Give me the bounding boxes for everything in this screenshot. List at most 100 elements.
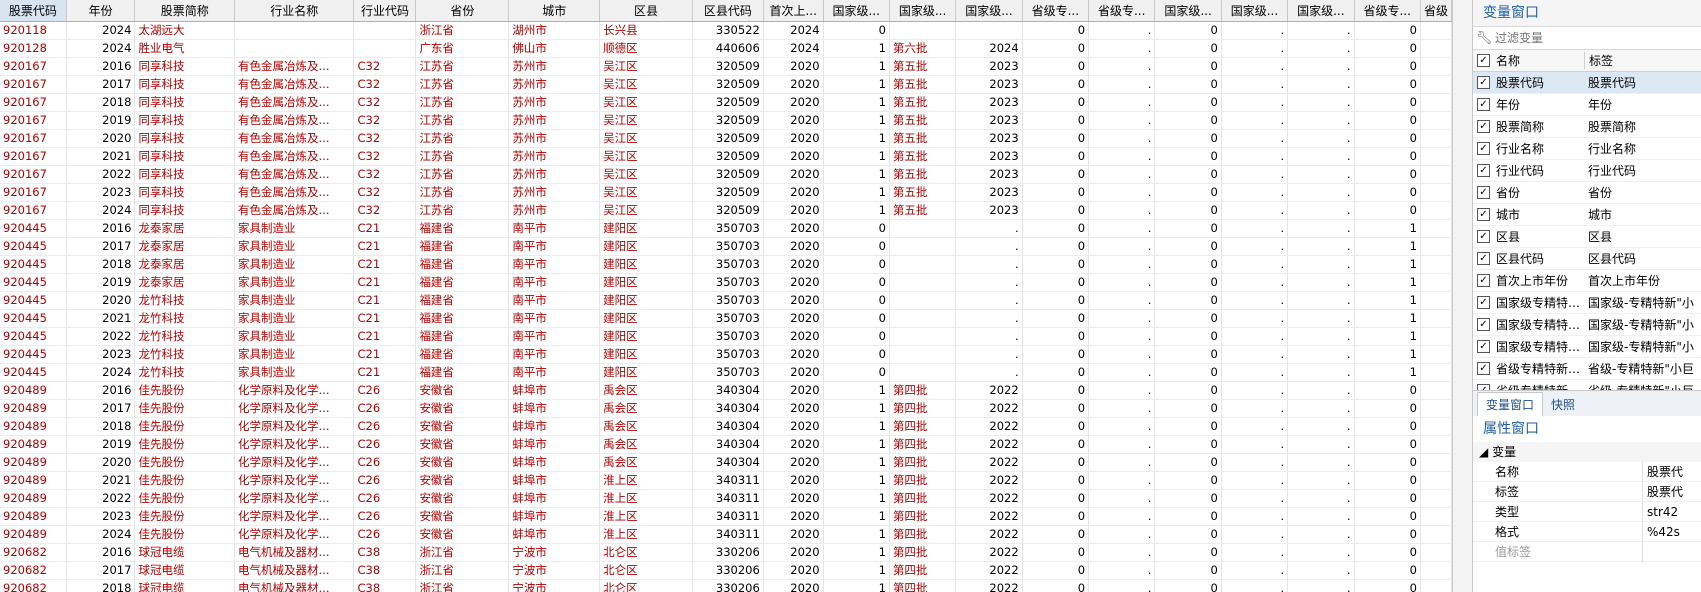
table-cell[interactable]: 2019 (66, 435, 136, 454)
table-cell[interactable]: . (1221, 561, 1289, 580)
variables-list[interactable]: ✓ 股票代码 股票代码 ✓ 年份 年份 ✓ 股票简称 股票简称 ✓ 行业名称 行业名称 ✓ 行业代码 行业代… (1473, 72, 1701, 390)
table-cell[interactable]: 第五批 (889, 75, 957, 94)
table-cell[interactable]: . (1088, 489, 1156, 508)
table-cell[interactable] (1420, 111, 1452, 130)
table-cell[interactable]: . (1287, 39, 1355, 58)
table-cell[interactable]: . (1088, 21, 1156, 40)
table-cell[interactable] (1420, 255, 1452, 274)
table-cell[interactable]: 建阳区 (599, 255, 693, 274)
column-header[interactable]: 国家级... (1154, 0, 1222, 22)
table-cell[interactable]: 宁波市 (508, 543, 601, 562)
table-cell[interactable]: 淮上区 (599, 507, 693, 526)
table-cell[interactable]: 0 (1154, 525, 1222, 544)
table-cell[interactable]: . (1221, 147, 1289, 166)
table-cell[interactable]: . (1287, 345, 1355, 364)
table-cell[interactable]: 1 (1354, 309, 1421, 328)
table-cell[interactable]: 0 (1022, 183, 1090, 202)
table-cell[interactable]: 0 (1354, 21, 1421, 40)
table-cell[interactable]: 330522 (692, 21, 764, 40)
table-cell[interactable]: 320509 (692, 57, 764, 76)
table-cell[interactable]: 0 (1022, 93, 1090, 112)
table-cell[interactable]: 第五批 (889, 129, 957, 148)
table-cell[interactable]: C26 (353, 399, 417, 418)
table-cell[interactable]: 2020 (763, 147, 824, 166)
table-row[interactable]: 920445 2020 龙竹科技 家具制造业 C21 福建省 南平市 建阳区 350703 202… (0, 291, 1452, 310)
table-row[interactable]: 920445 2023 龙竹科技 家具制造业 C21 福建省 南平市 建阳区 350703 202… (0, 345, 1452, 364)
table-cell[interactable]: 苏州市 (508, 57, 601, 76)
table-cell[interactable]: 第五批 (889, 111, 957, 130)
table-cell[interactable]: 蚌埠市 (508, 417, 601, 436)
table-cell[interactable]: . (1088, 39, 1156, 58)
table-cell[interactable]: 0 (1022, 111, 1090, 130)
table-cell[interactable]: 2017 (66, 561, 136, 580)
table-cell[interactable] (353, 21, 417, 40)
table-cell[interactable]: . (955, 363, 1023, 382)
variable-checkbox[interactable]: ✓ (1477, 186, 1490, 199)
table-cell[interactable]: 920489 (0, 417, 67, 436)
variable-row[interactable]: ✓ 省级专精特新小... 省级-专精特新"小巨 (1473, 358, 1701, 380)
table-cell[interactable]: 0 (1022, 489, 1090, 508)
table-cell[interactable]: 广东省 (415, 39, 510, 58)
table-cell[interactable]: 0 (1022, 309, 1090, 328)
table-cell[interactable]: 长兴县 (599, 21, 693, 40)
table-cell[interactable]: C26 (353, 525, 417, 544)
table-cell[interactable]: 340311 (692, 471, 764, 490)
table-cell[interactable]: 有色金属冶炼及... (234, 165, 355, 184)
table-cell[interactable] (1420, 399, 1452, 418)
table-cell[interactable]: 化学原料及化学... (234, 525, 355, 544)
table-cell[interactable]: 蚌埠市 (508, 471, 601, 490)
table-cell[interactable]: 建阳区 (599, 291, 693, 310)
table-cell[interactable]: 440606 (692, 39, 764, 58)
table-cell[interactable]: 苏州市 (508, 129, 601, 148)
table-cell[interactable]: 2017 (66, 237, 136, 256)
table-cell[interactable]: . (1088, 327, 1156, 346)
table-cell[interactable] (1420, 381, 1452, 400)
table-cell[interactable]: . (1287, 21, 1355, 40)
table-cell[interactable]: 1 (823, 57, 890, 76)
column-header[interactable]: 股票代码 (0, 0, 67, 22)
table-cell[interactable]: 2016 (66, 57, 136, 76)
table-cell[interactable]: 350703 (692, 345, 764, 364)
table-cell[interactable]: 福建省 (415, 309, 510, 328)
table-cell[interactable]: 淮上区 (599, 525, 693, 544)
table-cell[interactable]: C21 (353, 309, 417, 328)
table-cell[interactable]: 家具制造业 (234, 309, 355, 328)
table-cell[interactable]: 1 (1354, 219, 1421, 238)
table-cell[interactable]: 340304 (692, 381, 764, 400)
table-cell[interactable]: 0 (1154, 453, 1222, 472)
table-cell[interactable]: 0 (1154, 579, 1222, 592)
table-cell[interactable]: 家具制造业 (234, 255, 355, 274)
table-cell[interactable]: C26 (353, 417, 417, 436)
table-cell[interactable]: 0 (1022, 381, 1090, 400)
table-cell[interactable]: 330206 (692, 561, 764, 580)
table-row[interactable]: 920445 2022 龙竹科技 家具制造业 C21 福建省 南平市 建阳区 350703 202… (0, 327, 1452, 346)
table-cell[interactable] (1420, 273, 1452, 292)
table-cell[interactable]: 安徽省 (415, 471, 510, 490)
table-cell[interactable]: 吴江区 (599, 201, 693, 220)
table-cell[interactable]: 0 (1022, 543, 1090, 562)
table-cell[interactable]: C38 (353, 579, 417, 592)
column-header[interactable]: 首次上... (763, 0, 824, 22)
table-cell[interactable]: 2020 (763, 129, 824, 148)
table-cell[interactable]: 佳先股份 (134, 525, 236, 544)
table-cell[interactable]: . (1287, 219, 1355, 238)
table-cell[interactable]: 0 (1354, 165, 1421, 184)
table-cell[interactable]: . (1287, 489, 1355, 508)
table-cell[interactable]: 0 (1154, 543, 1222, 562)
table-cell[interactable]: 同享科技 (134, 111, 236, 130)
table-cell[interactable]: 福建省 (415, 255, 510, 274)
table-cell[interactable]: 太湖远大 (134, 21, 236, 40)
table-cell[interactable]: 320509 (692, 183, 764, 202)
table-cell[interactable]: 第五批 (889, 183, 957, 202)
table-cell[interactable]: 0 (1154, 201, 1222, 220)
table-cell[interactable]: 蚌埠市 (508, 525, 601, 544)
table-cell[interactable]: 建阳区 (599, 237, 693, 256)
table-cell[interactable]: C26 (353, 471, 417, 490)
table-cell[interactable] (889, 345, 957, 364)
table-cell[interactable] (1420, 417, 1452, 436)
table-cell[interactable]: 蚌埠市 (508, 381, 601, 400)
table-cell[interactable] (1420, 363, 1452, 382)
table-cell[interactable]: 2020 (763, 345, 824, 364)
table-cell[interactable]: 0 (1022, 291, 1090, 310)
table-row[interactable]: 920445 2024 龙竹科技 家具制造业 C21 福建省 南平市 建阳区 350703 202… (0, 363, 1452, 382)
